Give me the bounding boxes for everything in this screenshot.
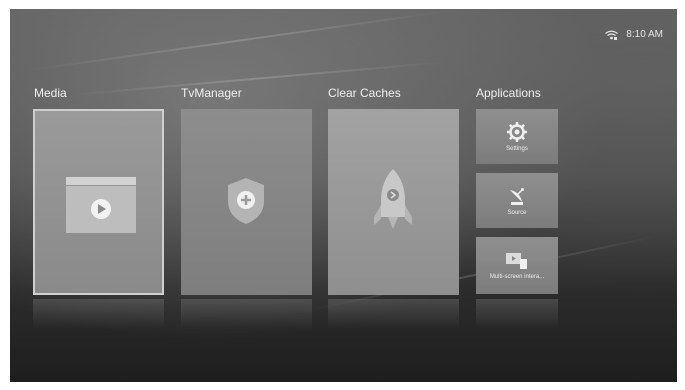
tvmanager-tile-reflection (181, 299, 312, 329)
apps-reflection (476, 299, 558, 329)
app-label: Source (507, 209, 527, 216)
app-label: Settings (506, 145, 528, 152)
section-title-media: Media (34, 86, 67, 100)
shield-plus-icon (228, 178, 264, 224)
section-title-tvmanager: TvManager (181, 86, 242, 100)
clear-caches-tile-reflection (328, 299, 459, 329)
app-multi-screen-tile[interactable]: Multi-screen intera... (476, 237, 558, 294)
media-tile-reflection (33, 299, 164, 329)
tvmanager-tile[interactable] (181, 109, 312, 295)
play-folder-icon (66, 177, 136, 233)
tv-home-screen: 8:10 AM Media TvManager Clear Caches App… (10, 9, 677, 382)
app-settings-tile[interactable]: Settings (476, 109, 558, 164)
clear-caches-tile[interactable] (328, 109, 459, 295)
gear-icon (507, 121, 527, 142)
app-label: Multi-screen intera... (489, 273, 545, 280)
clock: 8:10 AM (626, 29, 663, 40)
section-title-applications: Applications (476, 86, 541, 100)
satellite-dish-icon (510, 187, 524, 205)
section-title-clear-caches: Clear Caches (328, 86, 401, 100)
multi-screen-icon (506, 252, 527, 269)
media-tile[interactable] (33, 109, 164, 295)
status-bar: 8:10 AM (605, 29, 663, 40)
background-streak (29, 10, 447, 71)
wifi-icon (605, 30, 619, 40)
rocket-icon (374, 169, 412, 229)
app-source-tile[interactable]: Source (476, 173, 558, 228)
